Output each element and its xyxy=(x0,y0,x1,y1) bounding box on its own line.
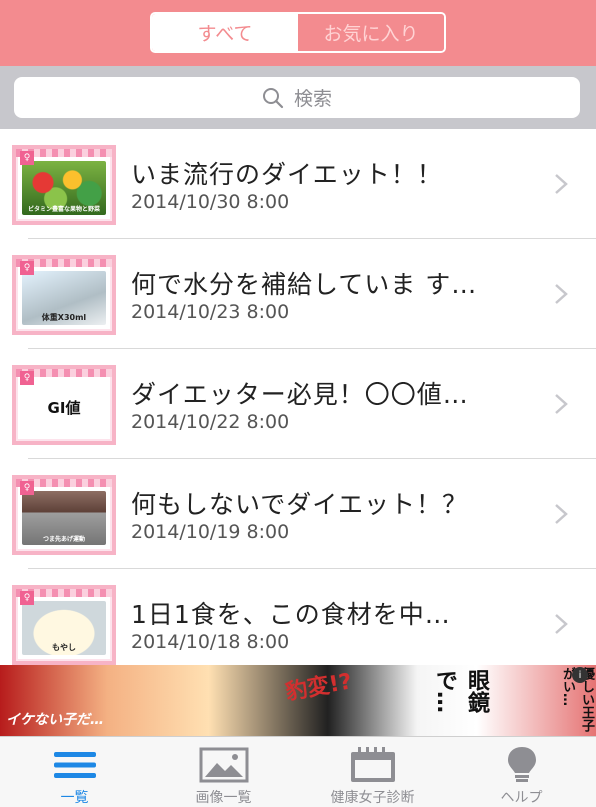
tab-bar: 一覧 画像一覧 健康女子診断 ヘルプ xyxy=(0,736,596,807)
thumbnail-caption: つま先あげ運動 xyxy=(42,536,85,543)
header-bar: すべて お気に入り xyxy=(0,0,596,66)
list-item[interactable]: ♀ もやし 1日1食を、この食材を中… 2014/10/18 8:00 xyxy=(0,569,596,666)
article-thumbnail: ♀ つま先あげ運動 xyxy=(12,475,116,555)
tab-label: 一覧 xyxy=(60,790,89,806)
article-thumbnail: ♀ GI値 xyxy=(12,365,116,445)
search-placeholder: 検索 xyxy=(293,88,332,110)
article-title: ダイエッター必見！〇〇値… xyxy=(131,380,469,409)
article-date: 2014/10/22 8:00 xyxy=(131,411,290,433)
ad-info-icon[interactable]: i xyxy=(572,667,588,683)
article-date: 2014/10/30 8:00 xyxy=(131,191,290,213)
article-list: ♀ ビタミン豊富な果物と野菜 いま流行のダイエット！！ 2014/10/30 8… xyxy=(0,129,596,666)
tab-image-list[interactable]: 画像一覧 xyxy=(149,737,298,807)
list-item[interactable]: ♀ 体重X30ml 何で水分を補給していま す… 2014/10/23 8:00 xyxy=(0,239,596,349)
article-thumbnail: ♀ もやし xyxy=(12,585,116,665)
search-icon xyxy=(262,87,284,108)
segment-favorites[interactable]: お気に入り xyxy=(298,14,444,51)
heart-icon: ♀ xyxy=(20,151,34,165)
search-input[interactable]: 検索 xyxy=(14,77,580,118)
tab-help[interactable]: ヘルプ xyxy=(447,737,596,807)
thumbnail-caption: GI値 xyxy=(47,399,81,417)
article-title: いま流行のダイエット！！ xyxy=(131,160,443,189)
tab-label: 画像一覧 xyxy=(195,790,252,806)
calendar-icon xyxy=(350,747,395,782)
list-item[interactable]: ♀ つま先あげ運動 何もしないでダイエット！？ 2014/10/19 8:00 xyxy=(0,459,596,569)
ad-banner[interactable]: イケない子だ… 豹変!? 眼鏡で… 優しい王子がい… i xyxy=(0,665,596,736)
heart-icon: ♀ xyxy=(20,591,34,605)
ad-text: 豹変!? xyxy=(283,669,354,706)
chevron-right-icon xyxy=(555,284,568,304)
segmented-control: すべて お気に入り xyxy=(150,12,446,53)
segment-all[interactable]: すべて xyxy=(152,14,298,51)
search-bar: 検索 xyxy=(0,66,596,129)
lightbulb-icon xyxy=(507,747,536,782)
chevron-right-icon xyxy=(555,174,568,194)
thumbnail-caption: もやし xyxy=(52,643,76,652)
chevron-right-icon xyxy=(555,504,568,524)
ad-text: イケない子だ… xyxy=(6,712,104,728)
list-item[interactable]: ♀ ビタミン豊富な果物と野菜 いま流行のダイエット！！ 2014/10/30 8… xyxy=(0,129,596,239)
article-thumbnail: ♀ 体重X30ml xyxy=(12,255,116,335)
chevron-right-icon xyxy=(555,394,568,414)
image-icon xyxy=(199,747,248,783)
list-icon xyxy=(53,752,96,778)
tab-list[interactable]: 一覧 xyxy=(0,737,149,807)
article-title: 何もしないでダイエット！？ xyxy=(131,490,469,519)
ad-text: 眼鏡で… xyxy=(432,669,489,713)
tab-health-diagnosis[interactable]: 健康女子診断 xyxy=(298,737,447,807)
thumbnail-caption: 体重X30ml xyxy=(41,313,87,322)
article-date: 2014/10/18 8:00 xyxy=(131,631,290,653)
article-date: 2014/10/23 8:00 xyxy=(131,301,290,323)
thumbnail-caption: ビタミン豊富な果物と野菜 xyxy=(27,206,100,213)
tab-label: 健康女子診断 xyxy=(330,790,415,806)
list-item[interactable]: ♀ GI値 ダイエッター必見！〇〇値… 2014/10/22 8:00 xyxy=(0,349,596,459)
heart-icon: ♀ xyxy=(20,371,34,385)
chevron-right-icon xyxy=(555,614,568,634)
article-title: 何で水分を補給していま す… xyxy=(131,270,478,299)
article-thumbnail: ♀ ビタミン豊富な果物と野菜 xyxy=(12,145,116,225)
article-date: 2014/10/19 8:00 xyxy=(131,521,290,543)
article-title: 1日1食を、この食材を中… xyxy=(131,600,451,629)
heart-icon: ♀ xyxy=(20,481,34,495)
tab-label: ヘルプ xyxy=(500,790,543,806)
heart-icon: ♀ xyxy=(20,261,34,275)
